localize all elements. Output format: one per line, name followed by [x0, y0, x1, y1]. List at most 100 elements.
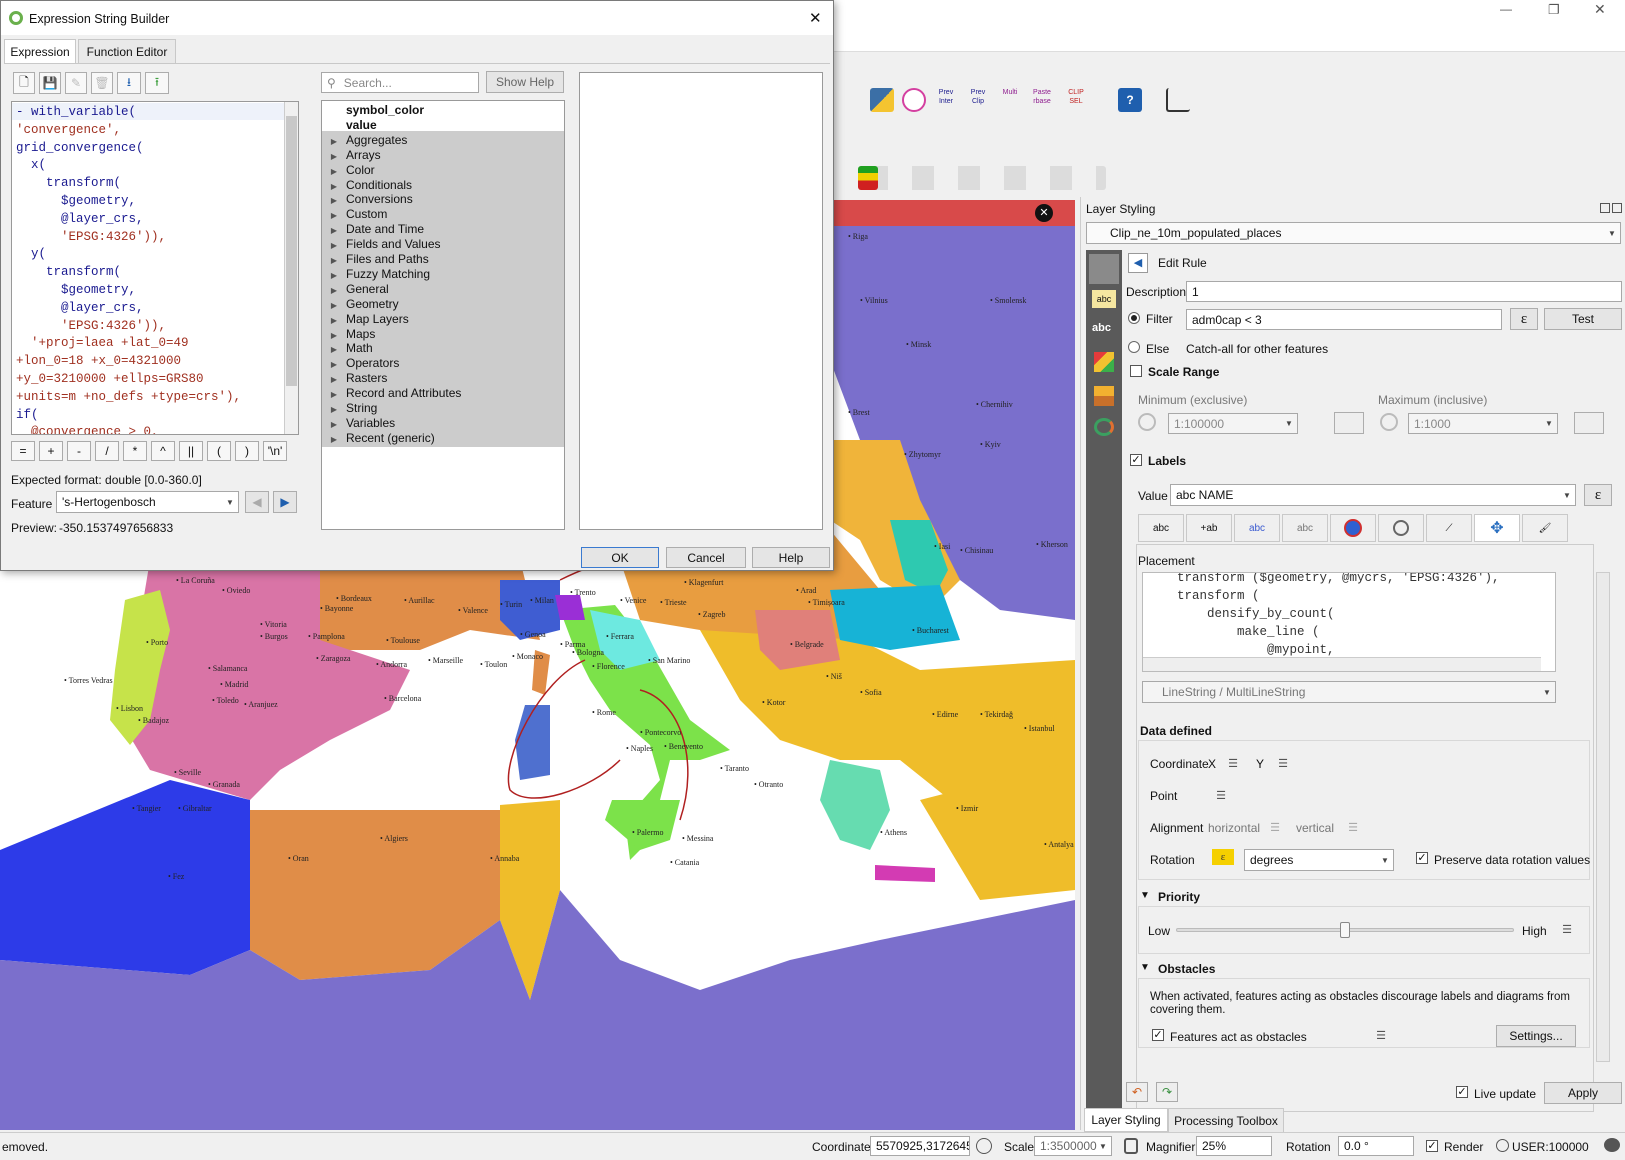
- render-checkbox[interactable]: ✓: [1426, 1140, 1438, 1152]
- edit-icon[interactable]: ✎: [65, 72, 87, 94]
- horizontal-data-defined-icon[interactable]: ☰: [1264, 819, 1286, 835]
- tree-group-item[interactable]: ▶ Map Layers: [322, 312, 409, 326]
- plugin-icon[interactable]: [902, 88, 926, 112]
- chevron-right-icon[interactable]: ▶: [322, 405, 346, 414]
- delete-icon[interactable]: 🗑: [91, 72, 113, 94]
- chevron-right-icon[interactable]: ▶: [322, 375, 346, 384]
- chevron-right-icon[interactable]: ▶: [322, 345, 346, 354]
- tab-rendering-icon[interactable]: 🖌: [1522, 514, 1568, 542]
- expression-icon[interactable]: ε: [1510, 308, 1538, 330]
- filter-expression-field[interactable]: adm0cap < 3: [1186, 309, 1502, 330]
- function-search-input[interactable]: ⚲ Search...: [321, 72, 479, 93]
- paste-rebase-icon[interactable]: Paste rbase: [1030, 88, 1054, 112]
- tree-group-item[interactable]: ▶ Geometry: [322, 297, 399, 311]
- geometry-type-combobox[interactable]: LineString / MultiLineString ▼: [1142, 681, 1556, 703]
- tab-layer-styling[interactable]: Layer Styling: [1084, 1108, 1168, 1132]
- function-tree[interactable]: symbol_color value ▶ Aggregates ▶ Arrays ▶ Colo…: [321, 100, 565, 530]
- filter-radio[interactable]: [1128, 312, 1140, 324]
- redo-icon[interactable]: ↷: [1156, 1082, 1178, 1102]
- apply-button[interactable]: Apply: [1544, 1082, 1622, 1104]
- close-window-button[interactable]: ✕: [1594, 1, 1614, 19]
- import-icon[interactable]: ⭳: [117, 72, 141, 94]
- tab-callouts-icon[interactable]: ⟋: [1426, 514, 1472, 542]
- export-icon[interactable]: ⭱: [145, 72, 169, 94]
- coordinate-x-data-defined-icon[interactable]: ☰: [1222, 755, 1244, 771]
- operator-button[interactable]: ): [235, 441, 259, 461]
- minimize-button[interactable]: —: [1500, 2, 1520, 20]
- cancel-button[interactable]: Cancel: [666, 547, 746, 568]
- chevron-right-icon[interactable]: ▶: [322, 271, 346, 280]
- tree-group-item[interactable]: ▶ Color: [322, 163, 375, 177]
- help-button[interactable]: Help: [752, 547, 830, 568]
- tab-mask[interactable]: abc: [1282, 514, 1328, 542]
- multi-icon[interactable]: Multi: [998, 88, 1022, 112]
- tree-group-item[interactable]: ▶ Arrays: [322, 148, 381, 162]
- save-icon[interactable]: 💾: [39, 72, 61, 94]
- chevron-right-icon[interactable]: ▶: [322, 167, 346, 176]
- priority-data-defined-icon[interactable]: ☰: [1556, 921, 1578, 937]
- tab-shadow-icon[interactable]: [1378, 514, 1424, 542]
- digitize-tools-icons[interactable]: [866, 166, 1106, 190]
- maximum-scale-combobox[interactable]: 1:1000 ▼: [1408, 413, 1558, 434]
- magnifier-field[interactable]: 25%: [1196, 1136, 1272, 1156]
- chevron-right-icon[interactable]: ▶: [322, 390, 346, 399]
- tree-group-item[interactable]: ▶ Math: [322, 341, 373, 355]
- chevron-right-icon[interactable]: ▶: [322, 152, 346, 161]
- tree-group-item[interactable]: ▶ Date and Time: [322, 222, 424, 236]
- chevron-right-icon[interactable]: ▶: [322, 331, 346, 340]
- restore-button[interactable]: ❐: [1548, 2, 1568, 20]
- map-close-icon[interactable]: ✕: [1035, 204, 1053, 222]
- tree-group-item[interactable]: ▶ Operators: [322, 356, 399, 370]
- tab-expression[interactable]: Expression: [4, 39, 76, 63]
- tab-text[interactable]: abc: [1138, 514, 1184, 542]
- tree-group-item[interactable]: ▶ Files and Paths: [322, 252, 429, 266]
- tree-group-item[interactable]: ▶ Recent (generic): [322, 431, 435, 445]
- chevron-right-icon[interactable]: ▶: [322, 211, 346, 220]
- dialog-close-icon[interactable]: ✕: [809, 9, 822, 27]
- chevron-right-icon[interactable]: ▶: [322, 316, 346, 325]
- dock-float-icon[interactable]: [1600, 203, 1610, 213]
- tree-group-item[interactable]: ▶ Conditionals: [322, 178, 412, 192]
- help-icon[interactable]: ?: [1118, 88, 1142, 112]
- tree-group-item[interactable]: ▶ Variables: [322, 416, 395, 430]
- editor-scrollbar[interactable]: [284, 102, 298, 434]
- max-current-scale-button[interactable]: [1574, 412, 1604, 434]
- tab-placement-icon[interactable]: ✥: [1474, 514, 1520, 542]
- value-field-combobox[interactable]: abc NAME ▼: [1170, 484, 1576, 506]
- rendering-icon[interactable]: [1094, 386, 1114, 406]
- placement-scrollbar[interactable]: [1596, 572, 1610, 1062]
- tab-processing-toolbox[interactable]: Processing Toolbox: [1168, 1108, 1284, 1132]
- chevron-right-icon[interactable]: ▶: [322, 137, 346, 146]
- operator-button[interactable]: '\n': [263, 441, 287, 461]
- chevron-right-icon[interactable]: ▶: [322, 182, 346, 191]
- prev-clip-icon[interactable]: Prev Clip: [966, 88, 990, 112]
- masks-icon[interactable]: abc: [1092, 322, 1116, 338]
- chevron-right-icon[interactable]: ▶: [322, 256, 346, 265]
- preserve-rotation-checkbox[interactable]: ✓: [1416, 852, 1428, 864]
- rotation-status-field[interactable]: 0.0 °: [1338, 1136, 1414, 1156]
- chevron-right-icon[interactable]: ▶: [322, 420, 346, 429]
- crs-globe-icon[interactable]: [1496, 1139, 1509, 1152]
- vertical-data-defined-icon[interactable]: ☰: [1342, 819, 1364, 835]
- feature-combobox[interactable]: 's-Hertogenbosch ▼: [56, 491, 239, 513]
- operator-button[interactable]: -: [67, 441, 91, 461]
- prev-inter-icon[interactable]: Prev Inter: [934, 88, 958, 112]
- symbology-icon[interactable]: [1089, 254, 1119, 284]
- clip-sel-icon[interactable]: CLIP SEL: [1064, 88, 1088, 112]
- value-expression-icon[interactable]: ε: [1584, 484, 1612, 506]
- 3d-view-icon[interactable]: [1094, 352, 1114, 372]
- min-current-scale-button[interactable]: [1334, 412, 1364, 434]
- chevron-right-icon[interactable]: ▶: [322, 301, 346, 310]
- operator-button[interactable]: /: [95, 441, 119, 461]
- chevron-right-icon[interactable]: ▶: [322, 226, 346, 235]
- show-help-button[interactable]: Show Help: [486, 71, 564, 93]
- tab-background-icon[interactable]: [1330, 514, 1376, 542]
- operator-button[interactable]: =: [11, 441, 35, 461]
- layer-combobox[interactable]: Clip_ne_10m_populated_places ▼: [1086, 222, 1621, 244]
- coordinate-status-field[interactable]: 5570925,3172645: [870, 1136, 970, 1156]
- tree-group-item[interactable]: ▶ Rasters: [322, 371, 387, 385]
- messages-icon[interactable]: [1604, 1138, 1620, 1152]
- editor-hscroll[interactable]: [1143, 657, 1541, 671]
- ok-button[interactable]: OK: [581, 547, 659, 568]
- tree-group-item[interactable]: ▶ Fields and Values: [322, 237, 441, 251]
